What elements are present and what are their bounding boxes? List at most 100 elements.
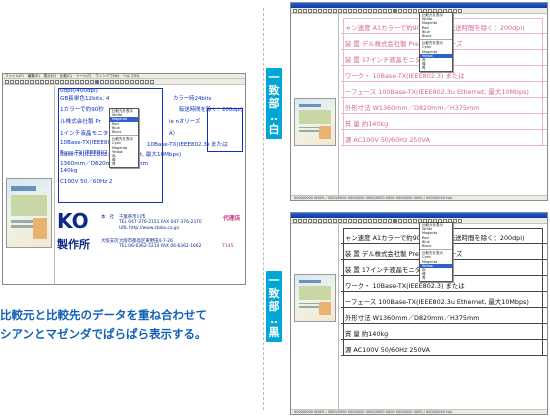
toolbar-button[interactable]: [383, 218, 387, 223]
toolbar-button[interactable]: [298, 8, 302, 13]
toolbar-button[interactable]: [348, 8, 352, 13]
toolbar-button[interactable]: [403, 8, 407, 13]
toolbar-button[interactable]: [328, 218, 332, 223]
menu-item[interactable]: ツール(T): [76, 74, 91, 78]
toolbar-button[interactable]: [115, 79, 119, 84]
dropdown-option[interactable]: 青: [420, 66, 452, 70]
tr-color-dropdown[interactable]: 比較元を表示 White Magenta Red Blue Black 比較先を表示 Cyan…: [419, 12, 453, 72]
menu-item[interactable]: 比較(C): [60, 74, 72, 78]
toolbar-button[interactable]: [348, 218, 352, 223]
toolbar-button[interactable]: [80, 79, 84, 84]
toolbar-button[interactable]: [373, 8, 377, 13]
toolbar-button[interactable]: [398, 218, 402, 223]
toolbar-button[interactable]: [378, 218, 382, 223]
br-color-dropdown[interactable]: 比較元を表示 White Magenta Red Blue Black 比較先を表示 Cyan…: [419, 222, 453, 282]
toolbar-button[interactable]: [303, 8, 307, 13]
toolbar-button[interactable]: [45, 79, 49, 84]
toolbar-button[interactable]: [323, 8, 327, 13]
toolbar-button[interactable]: [293, 8, 297, 13]
toolbar-button[interactable]: [303, 218, 307, 223]
toolbar-button[interactable]: [125, 79, 129, 84]
toolbar-button[interactable]: [135, 79, 139, 84]
toolbar-button[interactable]: [358, 218, 362, 223]
toolbar-button[interactable]: [120, 79, 124, 84]
toolbar-button[interactable]: [388, 218, 392, 223]
toolbar-button[interactable]: [333, 218, 337, 223]
toolbar-button[interactable]: [363, 218, 367, 223]
toolbar-button[interactable]: [90, 79, 94, 84]
toolbar-button[interactable]: [333, 8, 337, 13]
toolbar-button[interactable]: [328, 8, 332, 13]
menu-item[interactable]: ウィンドウ(W): [95, 74, 119, 78]
toolbar-button[interactable]: [140, 79, 144, 84]
toolbar-button[interactable]: [10, 79, 14, 84]
toolbar-button[interactable]: [338, 8, 342, 13]
toolbar-button[interactable]: [65, 79, 69, 84]
toolbar-button[interactable]: [313, 218, 317, 223]
toolbar-button[interactable]: [383, 8, 387, 13]
toolbar-button[interactable]: [298, 218, 302, 223]
toolbar-button[interactable]: [25, 79, 29, 84]
toolbar-button[interactable]: [105, 79, 109, 84]
toolbar-button[interactable]: [338, 218, 342, 223]
toolbar-button[interactable]: [408, 218, 412, 223]
toolbar-button[interactable]: [5, 79, 9, 84]
tr-page-thumbnail[interactable]: [294, 98, 336, 146]
toolbar-button[interactable]: [50, 79, 54, 84]
toolbar-button[interactable]: [30, 79, 34, 84]
toolbar-button[interactable]: [293, 218, 297, 223]
br-page-thumbnail[interactable]: [294, 274, 336, 322]
toolbar-button[interactable]: [393, 218, 397, 223]
toolbar-button[interactable]: [453, 218, 457, 223]
toolbar-button[interactable]: [398, 8, 402, 13]
toolbar-button[interactable]: [40, 79, 44, 84]
toolbar-button[interactable]: [145, 79, 149, 84]
toolbar-button[interactable]: [458, 218, 462, 223]
toolbar-button[interactable]: [363, 8, 367, 13]
menu-item[interactable]: 編集(E): [28, 74, 40, 78]
toolbar-button[interactable]: [100, 79, 104, 84]
dropdown-option[interactable]: 青: [420, 276, 452, 280]
toolbar-button[interactable]: [358, 8, 362, 13]
toolbar-button[interactable]: [408, 8, 412, 13]
toolbar-button[interactable]: [75, 79, 79, 84]
toolbar-button[interactable]: [353, 218, 357, 223]
toolbar-button[interactable]: [85, 79, 89, 84]
toolbar-button[interactable]: [110, 79, 114, 84]
toolbar-button[interactable]: [413, 8, 417, 13]
dropdown-option[interactable]: Black: [110, 130, 138, 134]
dropdown-option[interactable]: Black: [420, 244, 452, 248]
toolbar-button[interactable]: [318, 8, 322, 13]
left-document-view[interactable]: 0dpi(/400dpi) GB長単色12bits, 4 1カラーで約90秒 ル株式会…: [57, 86, 245, 284]
toolbar-button[interactable]: [35, 79, 39, 84]
menu-item[interactable]: ファイル(F): [5, 74, 24, 78]
toolbar-button[interactable]: [308, 218, 312, 223]
toolbar-button[interactable]: [393, 8, 397, 13]
toolbar-button[interactable]: [318, 218, 322, 223]
left-color-dropdown[interactable]: 比較元を表示 White Magenta Red Blue Black 比較先を表示 Cyan…: [109, 108, 139, 168]
toolbar-button[interactable]: [378, 8, 382, 13]
toolbar-button[interactable]: [368, 8, 372, 13]
toolbar-button[interactable]: [150, 79, 154, 84]
menu-item[interactable]: 表示(V): [44, 74, 56, 78]
toolbar-button[interactable]: [343, 8, 347, 13]
toolbar-button[interactable]: [388, 8, 392, 13]
toolbar-button[interactable]: [368, 218, 372, 223]
toolbar-button[interactable]: [313, 8, 317, 13]
toolbar-button[interactable]: [60, 79, 64, 84]
toolbar-button[interactable]: [373, 218, 377, 223]
toolbar-button[interactable]: [413, 218, 417, 223]
dropdown-option[interactable]: Black: [420, 34, 452, 38]
dropdown-option[interactable]: 青: [110, 162, 138, 166]
toolbar-button[interactable]: [55, 79, 59, 84]
toolbar-button[interactable]: [403, 218, 407, 223]
toolbar-button[interactable]: [70, 79, 74, 84]
toolbar-button[interactable]: [308, 8, 312, 13]
menu-item[interactable]: ヘルプ(H): [123, 74, 139, 78]
toolbar-button[interactable]: [323, 218, 327, 223]
toolbar-button[interactable]: [343, 218, 347, 223]
toolbar-button[interactable]: [353, 8, 357, 13]
page-thumbnail[interactable]: [6, 178, 52, 248]
toolbar-button[interactable]: [20, 79, 24, 84]
toolbar-button[interactable]: [15, 79, 19, 84]
